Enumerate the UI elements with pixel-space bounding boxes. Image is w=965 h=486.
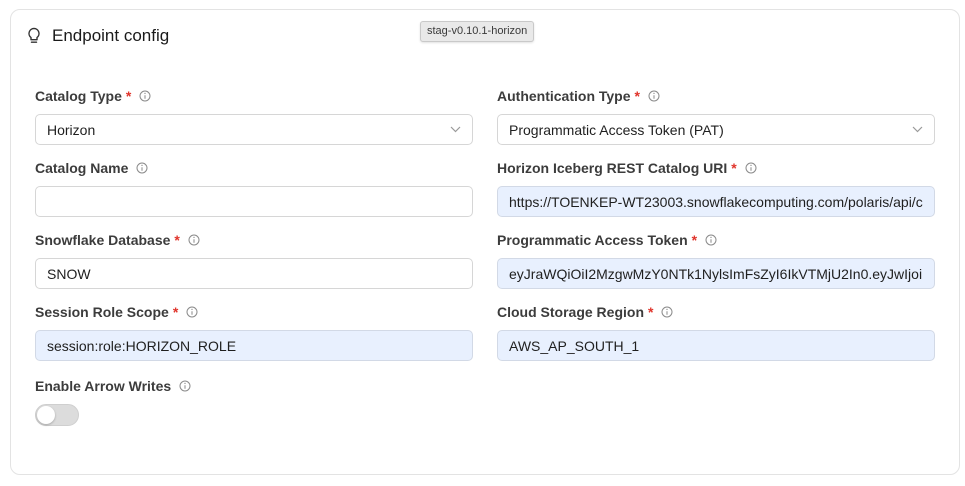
session-role-input[interactable]: session:role:HORIZON_ROLE [35, 330, 473, 361]
arrow-writes-label: Enable Arrow Writes [35, 378, 172, 394]
info-icon[interactable] [186, 306, 198, 318]
arrow-writes-field: Enable Arrow Writes [35, 376, 473, 396]
info-icon[interactable] [661, 306, 673, 318]
session-role-field: Session Role Scope * session:role:HORIZO… [35, 302, 473, 361]
session-role-label: Session Role Scope [35, 304, 169, 320]
pat-field: Programmatic Access Token * eyJraWQiOiI2… [497, 230, 935, 289]
session-role-value: session:role:HORIZON_ROLE [47, 337, 237, 354]
info-icon[interactable] [139, 90, 151, 102]
chevron-down-icon [912, 126, 923, 133]
lightbulb-icon [28, 27, 40, 43]
catalog-uri-field: Horizon Iceberg REST Catalog URI * https… [497, 158, 935, 217]
chevron-down-icon [450, 126, 461, 133]
pat-label: Programmatic Access Token [497, 232, 688, 248]
storage-region-label: Cloud Storage Region [497, 304, 644, 320]
pat-value: eyJraWQiOiI2MzgwMzY0NTk1NylsImFsZyI6IkVT… [509, 265, 923, 282]
toggle-knob [37, 406, 55, 424]
snowflake-database-label: Snowflake Database [35, 232, 171, 248]
required-marker: * [648, 304, 654, 320]
auth-type-select[interactable]: Programmatic Access Token (PAT) [497, 114, 935, 145]
auth-type-field: Authentication Type * Programmatic Acces… [497, 86, 935, 145]
storage-region-value: AWS_AP_SOUTH_1 [509, 337, 640, 354]
catalog-type-field: Catalog Type * Horizon [35, 86, 473, 145]
required-marker: * [125, 88, 132, 104]
snowflake-database-input[interactable]: SNOW [35, 258, 473, 289]
catalog-uri-input[interactable]: https://TOENKEP-WT23003.snowflakecomputi… [497, 186, 935, 217]
catalog-name-field: Catalog Name [35, 158, 473, 217]
auth-type-value: Programmatic Access Token (PAT) [509, 121, 724, 138]
catalog-type-select[interactable]: Horizon [35, 114, 473, 145]
version-tooltip: stag-v0.10.1-horizon [420, 21, 535, 42]
catalog-name-label: Catalog Name [35, 160, 129, 176]
catalog-name-input[interactable] [35, 186, 473, 217]
required-marker: * [731, 160, 737, 176]
catalog-type-value: Horizon [47, 121, 96, 138]
required-marker: * [634, 88, 640, 104]
pat-input[interactable]: eyJraWQiOiI2MzgwMzY0NTk1NylsImFsZyI6IkVT… [497, 258, 935, 289]
info-icon[interactable] [136, 162, 148, 174]
catalog-uri-label: Horizon Iceberg REST Catalog URI [497, 160, 728, 176]
info-icon[interactable] [705, 234, 717, 246]
catalog-type-label: Catalog Type [35, 88, 122, 104]
snowflake-database-value: SNOW [47, 265, 91, 282]
arrow-writes-toggle[interactable] [35, 404, 79, 426]
storage-region-field: Cloud Storage Region * AWS_AP_SOUTH_1 [497, 302, 935, 361]
catalog-uri-value: https://TOENKEP-WT23003.snowflakecomputi… [509, 193, 923, 210]
required-marker: * [172, 304, 179, 320]
info-icon[interactable] [188, 234, 200, 246]
info-icon[interactable] [179, 380, 191, 392]
required-marker: * [174, 232, 180, 248]
snowflake-database-field: Snowflake Database * SNOW [35, 230, 473, 289]
info-icon[interactable] [745, 162, 757, 174]
auth-type-label: Authentication Type [497, 88, 631, 104]
section-title: Endpoint config [52, 26, 170, 45]
section-header: Endpoint config [26, 26, 169, 46]
required-marker: * [691, 232, 698, 248]
storage-region-input[interactable]: AWS_AP_SOUTH_1 [497, 330, 935, 361]
info-icon[interactable] [648, 90, 660, 102]
